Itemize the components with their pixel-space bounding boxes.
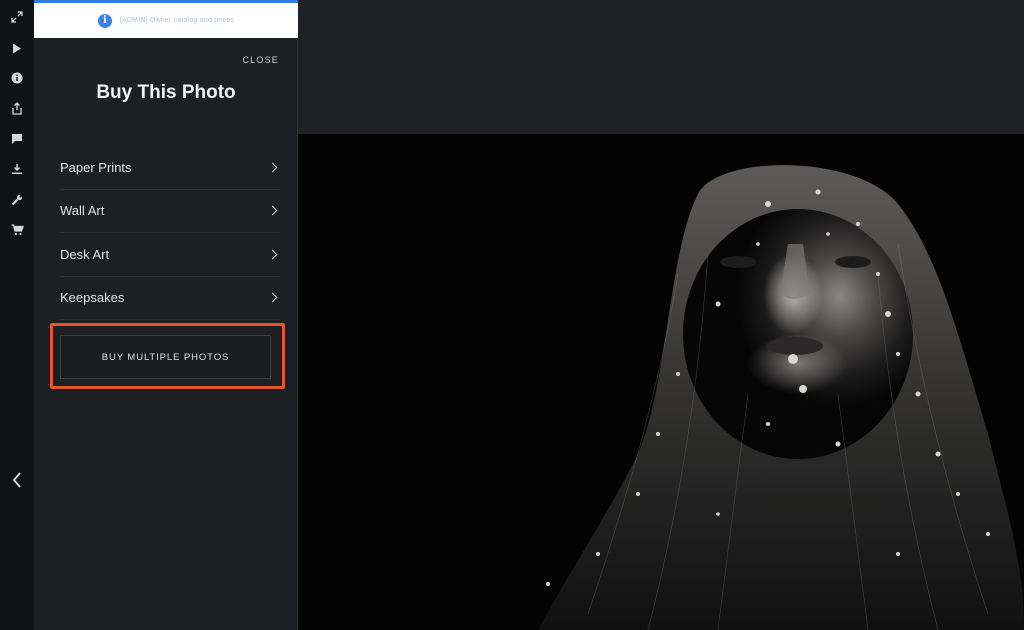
menu-item-keepsakes[interactable]: Keepsakes [60, 277, 280, 320]
chevron-left-icon[interactable] [0, 469, 34, 491]
product-menu: Paper Prints Wall Art Desk Art Keepsakes [60, 146, 280, 320]
expand-icon[interactable] [0, 6, 34, 28]
menu-item-desk-art[interactable]: Desk Art [60, 233, 280, 277]
toolbar-rail [0, 0, 34, 630]
buy-photo-panel: i [ADMIN] Owner catalog and prices CLOSE… [34, 0, 298, 630]
download-icon[interactable] [0, 158, 34, 180]
cart-icon[interactable] [0, 219, 34, 241]
info-icon[interactable] [0, 67, 34, 89]
photo-image [298, 134, 1024, 630]
info-icon: i [97, 13, 112, 28]
wrench-icon[interactable] [0, 189, 34, 211]
photo-viewer[interactable] [298, 134, 1024, 630]
play-icon[interactable] [0, 37, 34, 59]
menu-item-label: Desk Art [60, 246, 110, 262]
menu-item-label: Keepsakes [60, 290, 125, 306]
chevron-right-icon [267, 205, 278, 216]
menu-item-label: Wall Art [60, 203, 105, 219]
menu-item-paper-prints[interactable]: Paper Prints [60, 146, 280, 190]
admin-notice-text: [ADMIN] Owner catalog and prices [119, 17, 235, 24]
buy-multiple-photos-button[interactable]: BUY MULTIPLE PHOTOS [60, 335, 271, 379]
chevron-right-icon [267, 162, 278, 173]
close-button[interactable]: CLOSE [242, 55, 279, 65]
share-icon[interactable] [0, 97, 34, 119]
menu-item-wall-art[interactable]: Wall Art [60, 190, 280, 233]
admin-notice-bar: i [ADMIN] Owner catalog and prices [34, 0, 298, 38]
chevron-right-icon [267, 292, 278, 303]
chevron-right-icon [267, 249, 278, 260]
panel-title: Buy This Photo [96, 82, 236, 103]
menu-item-label: Paper Prints [60, 159, 132, 175]
comment-icon[interactable] [0, 128, 34, 150]
